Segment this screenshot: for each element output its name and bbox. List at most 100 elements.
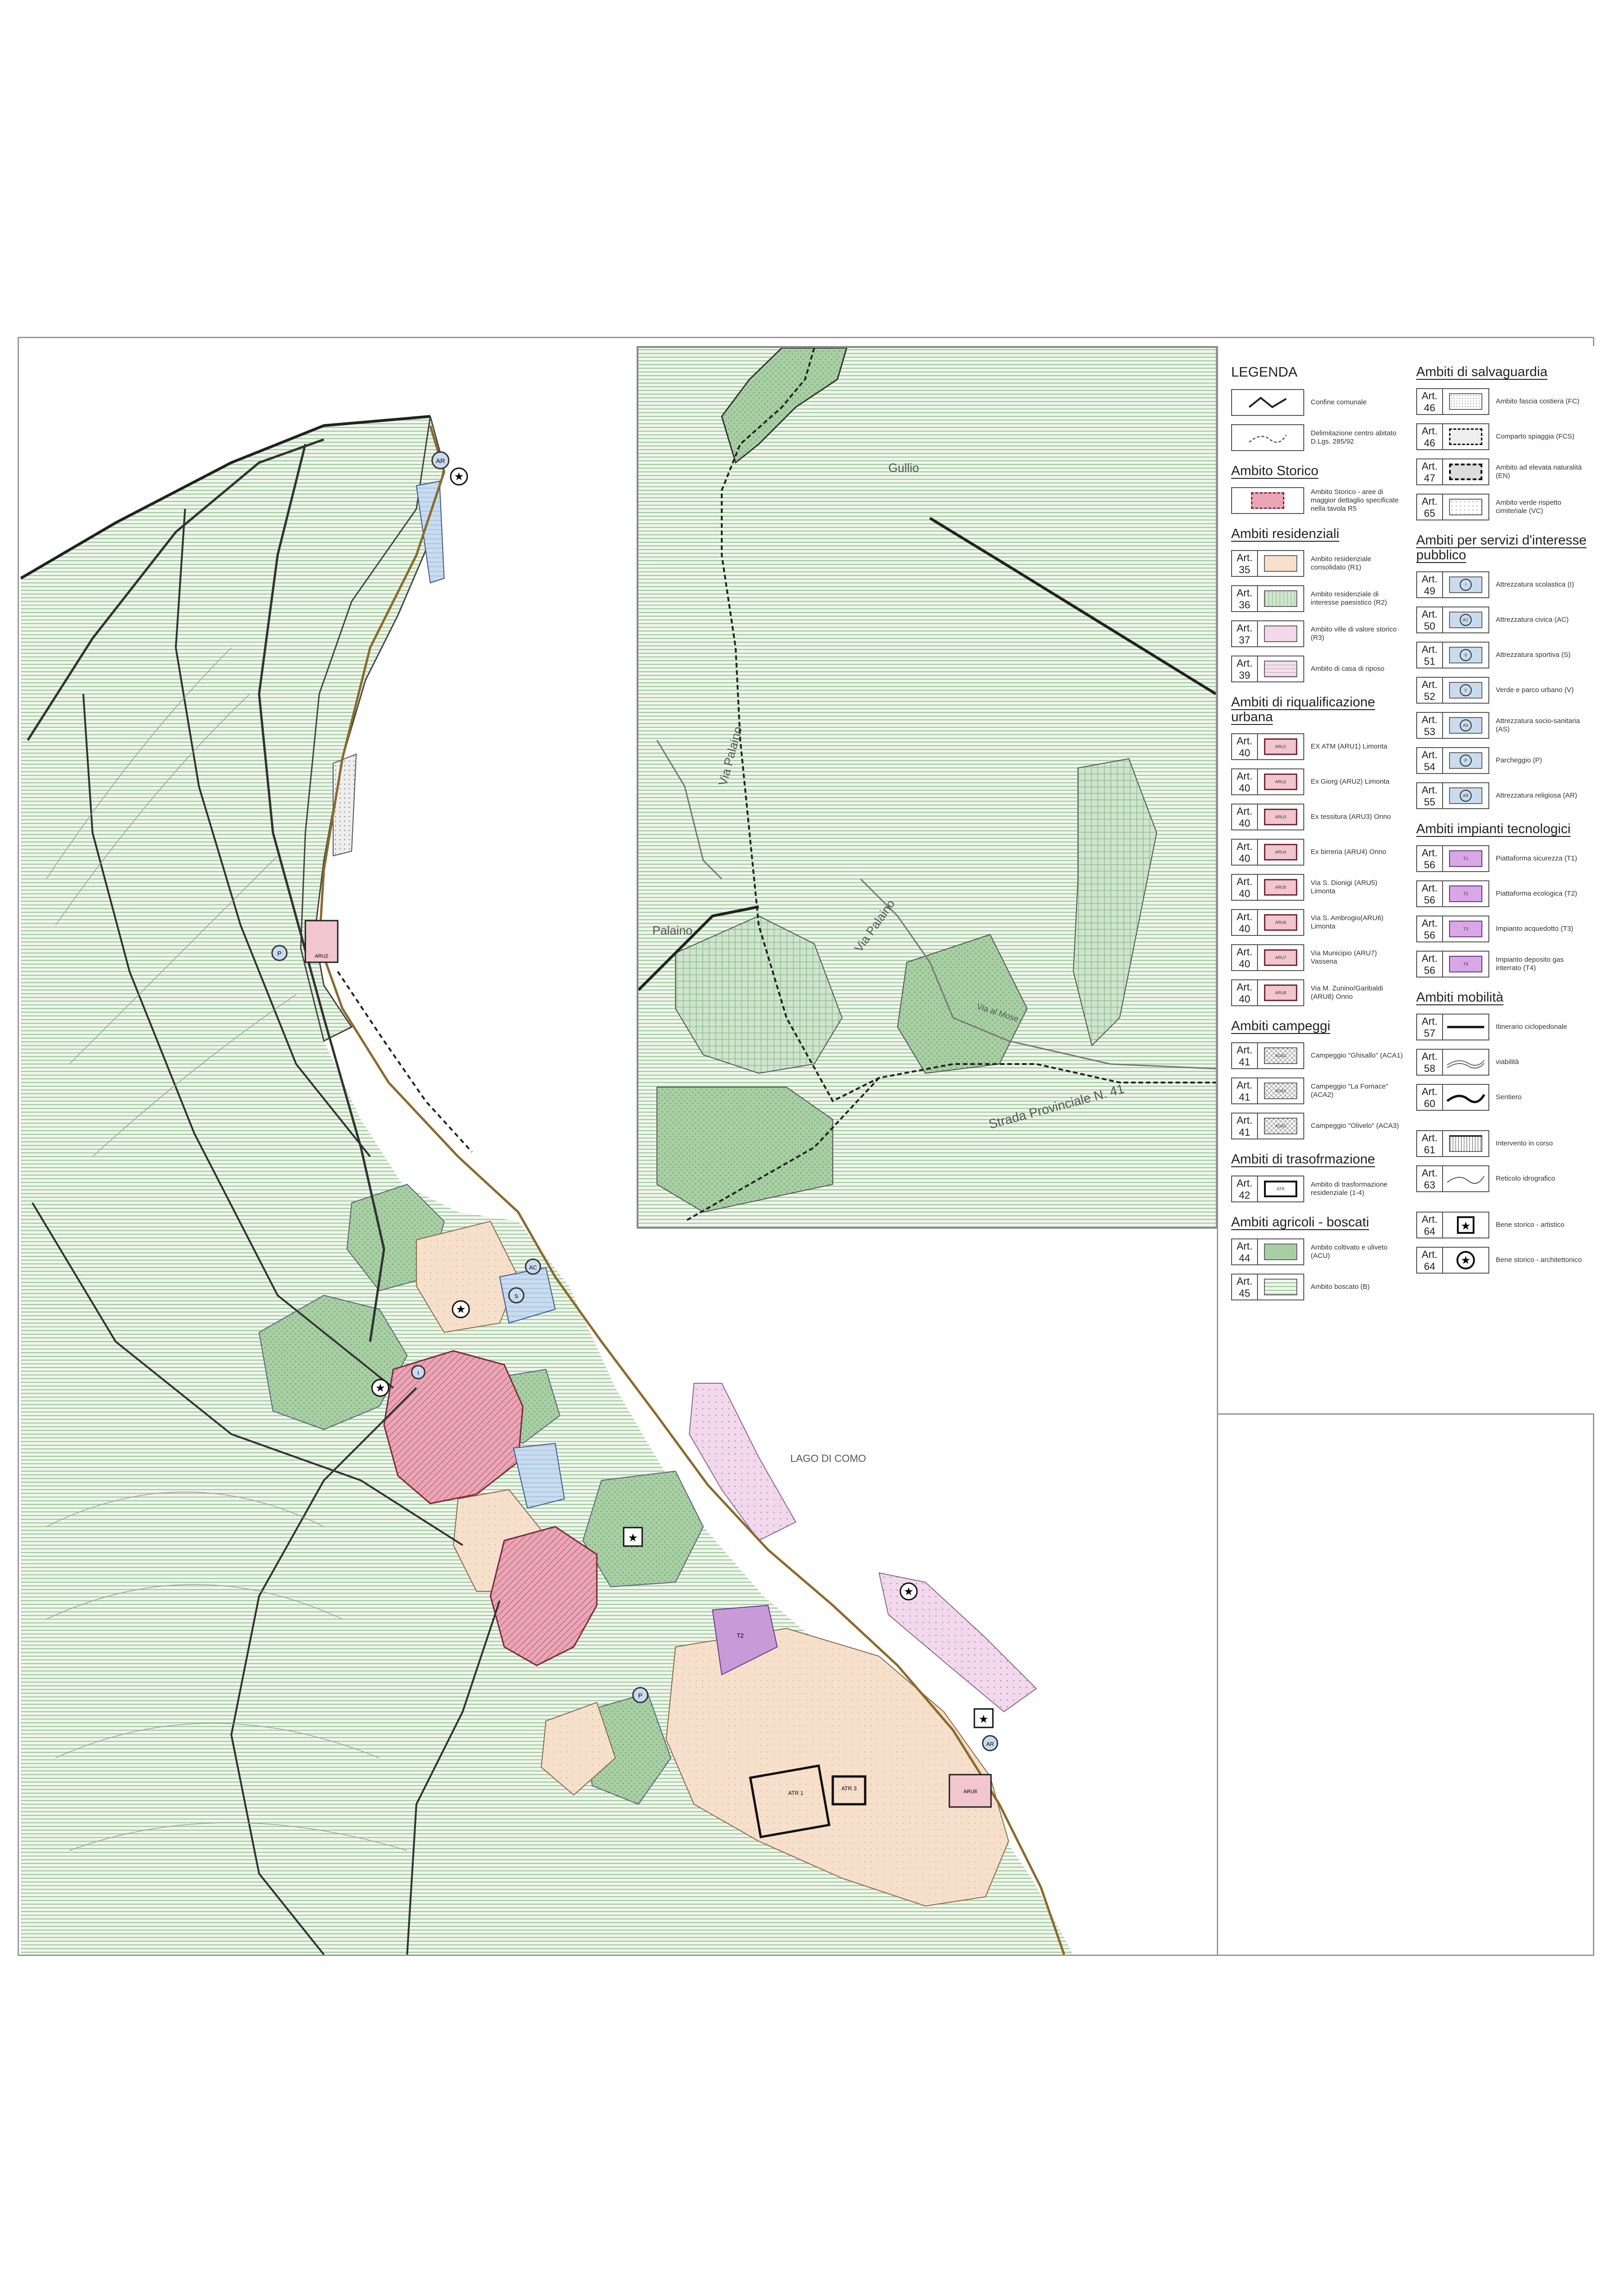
- legend-item[interactable]: Art. 40 ARU7 Via Municipio (ARU7) Vassena: [1231, 940, 1408, 975]
- map-symbol-i[interactable]: I: [411, 1365, 426, 1380]
- legend-article-number: Art. 47: [1416, 458, 1443, 485]
- legend-item[interactable]: Art. 47 Ambito ad elevata naturalità (EN): [1416, 454, 1593, 489]
- map-symbol-s[interactable]: S: [508, 1287, 525, 1304]
- legend-article-number: Art. 56: [1416, 951, 1443, 978]
- aru-marker-south[interactable]: ARU8: [948, 1774, 992, 1808]
- legend-item[interactable]: Art. 63 Reticolo idrografico: [1416, 1161, 1593, 1196]
- legend-item[interactable]: Art. 49 I Attrezzatura scolastica (I): [1416, 567, 1593, 602]
- legend-item[interactable]: Art. 35 Ambito residenziale consolidato (R…: [1231, 546, 1408, 581]
- legend-item[interactable]: Art. 40 ARU6 Via S. Ambrogio(ARU6) Limonta: [1231, 905, 1408, 940]
- legend-symbol: [1443, 1165, 1489, 1192]
- svg-text:AR: AR: [436, 457, 445, 464]
- legend-article-number: Art. 49: [1416, 571, 1443, 598]
- legend-item[interactable]: Art. 60 Sentiero: [1416, 1080, 1593, 1115]
- legend-item[interactable]: Art. 46 Comparto spiaggia (FCS): [1416, 419, 1593, 454]
- legend-symbol: ARU1: [1258, 733, 1304, 760]
- legend-item[interactable]: Art. 51 S Attrezzatura sportiva (S): [1416, 637, 1593, 673]
- legend-item-label: Piattaforma sicurezza (T1): [1496, 854, 1577, 862]
- legend-item[interactable]: Art. 36 Ambito residenziale di interesse p…: [1231, 581, 1408, 616]
- legend-item[interactable]: Art. 55 AR Attrezzatura religiosa (AR): [1416, 778, 1593, 813]
- legend-item-label: Delimitazione centro abitato D.Lgs. 285/…: [1311, 429, 1397, 446]
- legend-item[interactable]: Art. 46 Ambito fascia costiera (FC): [1416, 384, 1593, 419]
- legend-right-section-heading: Ambiti mobilità: [1416, 990, 1504, 1005]
- svg-text:★: ★: [454, 470, 464, 483]
- svg-text:P: P: [277, 950, 281, 957]
- map-symbol-ar-south[interactable]: AR: [982, 1735, 998, 1751]
- heritage-star-centre[interactable]: ★: [452, 1300, 470, 1318]
- legend-article-number: Art. 45: [1231, 1274, 1258, 1300]
- legend-article-number: Art. 64: [1416, 1212, 1443, 1238]
- legend-item[interactable]: Art. 64 ★ Bene storico - artistico: [1416, 1207, 1593, 1243]
- legend-item[interactable]: Art. 41 ACA2 Campeggio "La Fornace" (ACA2): [1231, 1073, 1408, 1108]
- legend-item[interactable]: Art. 41 ACA3 Campeggio "Olivelo" (ACA3): [1231, 1108, 1408, 1144]
- legend-item-label: Via S. Ambrogio(ARU6) Limonta: [1311, 914, 1384, 930]
- legend-item[interactable]: Ambito Storico - aree di maggior dettagl…: [1231, 483, 1408, 518]
- legend-item[interactable]: Art. 37 Ambito ville di valore storico (R3…: [1231, 616, 1408, 651]
- legend-article-number: Art. 56: [1416, 845, 1443, 872]
- legend-item[interactable]: Art. 64 ★ Bene storico - architettonico: [1416, 1243, 1593, 1278]
- legend-article-number: Art. 65: [1416, 494, 1443, 520]
- legend-item[interactable]: Art. 65 Ambito verde rispetto cimiteriale …: [1416, 489, 1593, 525]
- legend-article-number: Art. 61: [1416, 1130, 1443, 1157]
- legend-item[interactable]: Art. 53 AS Attrezzatura socio-sanitaria (AS…: [1416, 708, 1593, 743]
- svg-text:★: ★: [1461, 1254, 1471, 1267]
- map-label-t2[interactable]: T2: [737, 1632, 743, 1639]
- legend-item[interactable]: Art. 56 T4 Impianto deposito gas interrato …: [1416, 947, 1593, 982]
- legend-item-label: Attrezzatura scolastica (I): [1496, 581, 1574, 588]
- map-symbol-p-south[interactable]: P: [632, 1687, 649, 1703]
- legend-item[interactable]: Art. 57 Itinerario ciclopedonale: [1416, 1009, 1593, 1045]
- map-symbol-ar-top[interactable]: AR: [431, 451, 450, 470]
- heritage-square-star-south[interactable]: ★: [973, 1708, 994, 1728]
- legend-item-label: Verde e parco urbano (V): [1496, 686, 1574, 694]
- legend-item[interactable]: Art. 58 viabilità: [1416, 1045, 1593, 1080]
- legend-item[interactable]: Art. 56 T2 Piattaforma ecologica (T2): [1416, 876, 1593, 911]
- legend-left-sections: Confine comunale Delimitazione centro abi…: [1227, 385, 1408, 1305]
- svg-text:★: ★: [979, 1713, 989, 1726]
- legend-item[interactable]: Art. 41 ACA1 Campeggio "Ghisallo" (ACA1): [1231, 1038, 1408, 1073]
- legend-item[interactable]: Art. 40 ARU1 EX ATM (ARU1) Limonta: [1231, 729, 1408, 764]
- legend-item[interactable]: Art. 42 ATR Ambito di trasformazione reside…: [1231, 1171, 1408, 1207]
- legend-item-label: Ambito residenziale di interesse paesist…: [1311, 590, 1388, 606]
- legend-item[interactable]: Art. 40 ARU4 Ex birreria (ARU4) Onno: [1231, 835, 1408, 870]
- legend-item[interactable]: Delimitazione centro abitato D.Lgs. 285/…: [1231, 420, 1408, 455]
- legend-item[interactable]: Art. 39 Ambito di casa di riposo: [1231, 651, 1408, 687]
- legend-item[interactable]: Art. 40 ARU5 Via S. Dionigi (ARU5) Limonta: [1231, 870, 1408, 905]
- legend-right-section-spacer: [1412, 1115, 1593, 1126]
- legend-article-number: Art. 36: [1231, 585, 1258, 612]
- legend-symbol: T2: [1443, 880, 1489, 907]
- legend-article-number: Art. 40: [1231, 979, 1258, 1006]
- heritage-star-shore[interactable]: ★: [899, 1582, 918, 1601]
- legend-symbol: [1231, 424, 1304, 451]
- aru-marker-north[interactable]: ARU2: [304, 920, 339, 963]
- legend-item[interactable]: Art. 56 T3 Impianto acquedotto (T3): [1416, 911, 1593, 947]
- legend-item-label: Ambito boscato (B): [1311, 1283, 1370, 1291]
- legend-article-number: Art. 40: [1231, 944, 1258, 971]
- heritage-square-star[interactable]: ★: [623, 1527, 643, 1547]
- legend-item[interactable]: Art. 40 ARU8 Via M. Zunino/Garibaldi (ARU8)…: [1231, 975, 1408, 1010]
- legend-item[interactable]: Art. 61 Intervento in corso: [1416, 1126, 1593, 1161]
- heritage-star-top[interactable]: ★: [450, 467, 468, 486]
- legend-item[interactable]: Art. 56 T1 Piattaforma sicurezza (T1): [1416, 841, 1593, 876]
- map-symbol-p-north[interactable]: P: [271, 945, 288, 961]
- legend-item-label: Ambito ad elevata naturalità (EN): [1496, 464, 1582, 480]
- legend-item[interactable]: Art. 54 P Parcheggio (P): [1416, 743, 1593, 778]
- legend-article-number: Art. 50: [1416, 606, 1443, 633]
- legend-left-section-heading: Ambiti campeggi: [1231, 1019, 1331, 1034]
- legend-item-label: Bene storico - architettonico: [1496, 1256, 1582, 1264]
- legend-item[interactable]: Art. 40 ARU2 Ex Giorg (ARU2) Limonta: [1231, 764, 1408, 799]
- legend-item[interactable]: Confine comunale: [1231, 385, 1408, 420]
- legend-article-number: Art. 40: [1231, 839, 1258, 866]
- legend-right-column: Ambiti di salvaguardia Art. 46 Ambito fasci…: [1412, 356, 1593, 1278]
- legend-article-number: Art. 52: [1416, 677, 1443, 704]
- inset-map-frame: [637, 346, 1218, 1229]
- legend-item[interactable]: Art. 50 AC Attrezzatura civica (AC): [1416, 602, 1593, 637]
- legend-article-number: Art. 44: [1231, 1238, 1258, 1265]
- legend-item-label: Campeggio "Ghisallo" (ACA1): [1311, 1052, 1403, 1059]
- map-symbol-ac[interactable]: AC: [525, 1258, 541, 1275]
- legend-item[interactable]: Art. 40 ARU3 Ex tessitura (ARU3) Onno: [1231, 799, 1408, 835]
- legend-item[interactable]: Art. 44 Ambito coltivato e uliveto (ACU): [1231, 1234, 1408, 1269]
- legend-item[interactable]: Art. 45 Ambito boscato (B): [1231, 1269, 1408, 1305]
- heritage-star-west[interactable]: ★: [371, 1379, 390, 1397]
- legend-item-label: Impianto deposito gas interrato (T4): [1496, 956, 1564, 972]
- legend-item[interactable]: Art. 52 V Verde e parco urbano (V): [1416, 673, 1593, 708]
